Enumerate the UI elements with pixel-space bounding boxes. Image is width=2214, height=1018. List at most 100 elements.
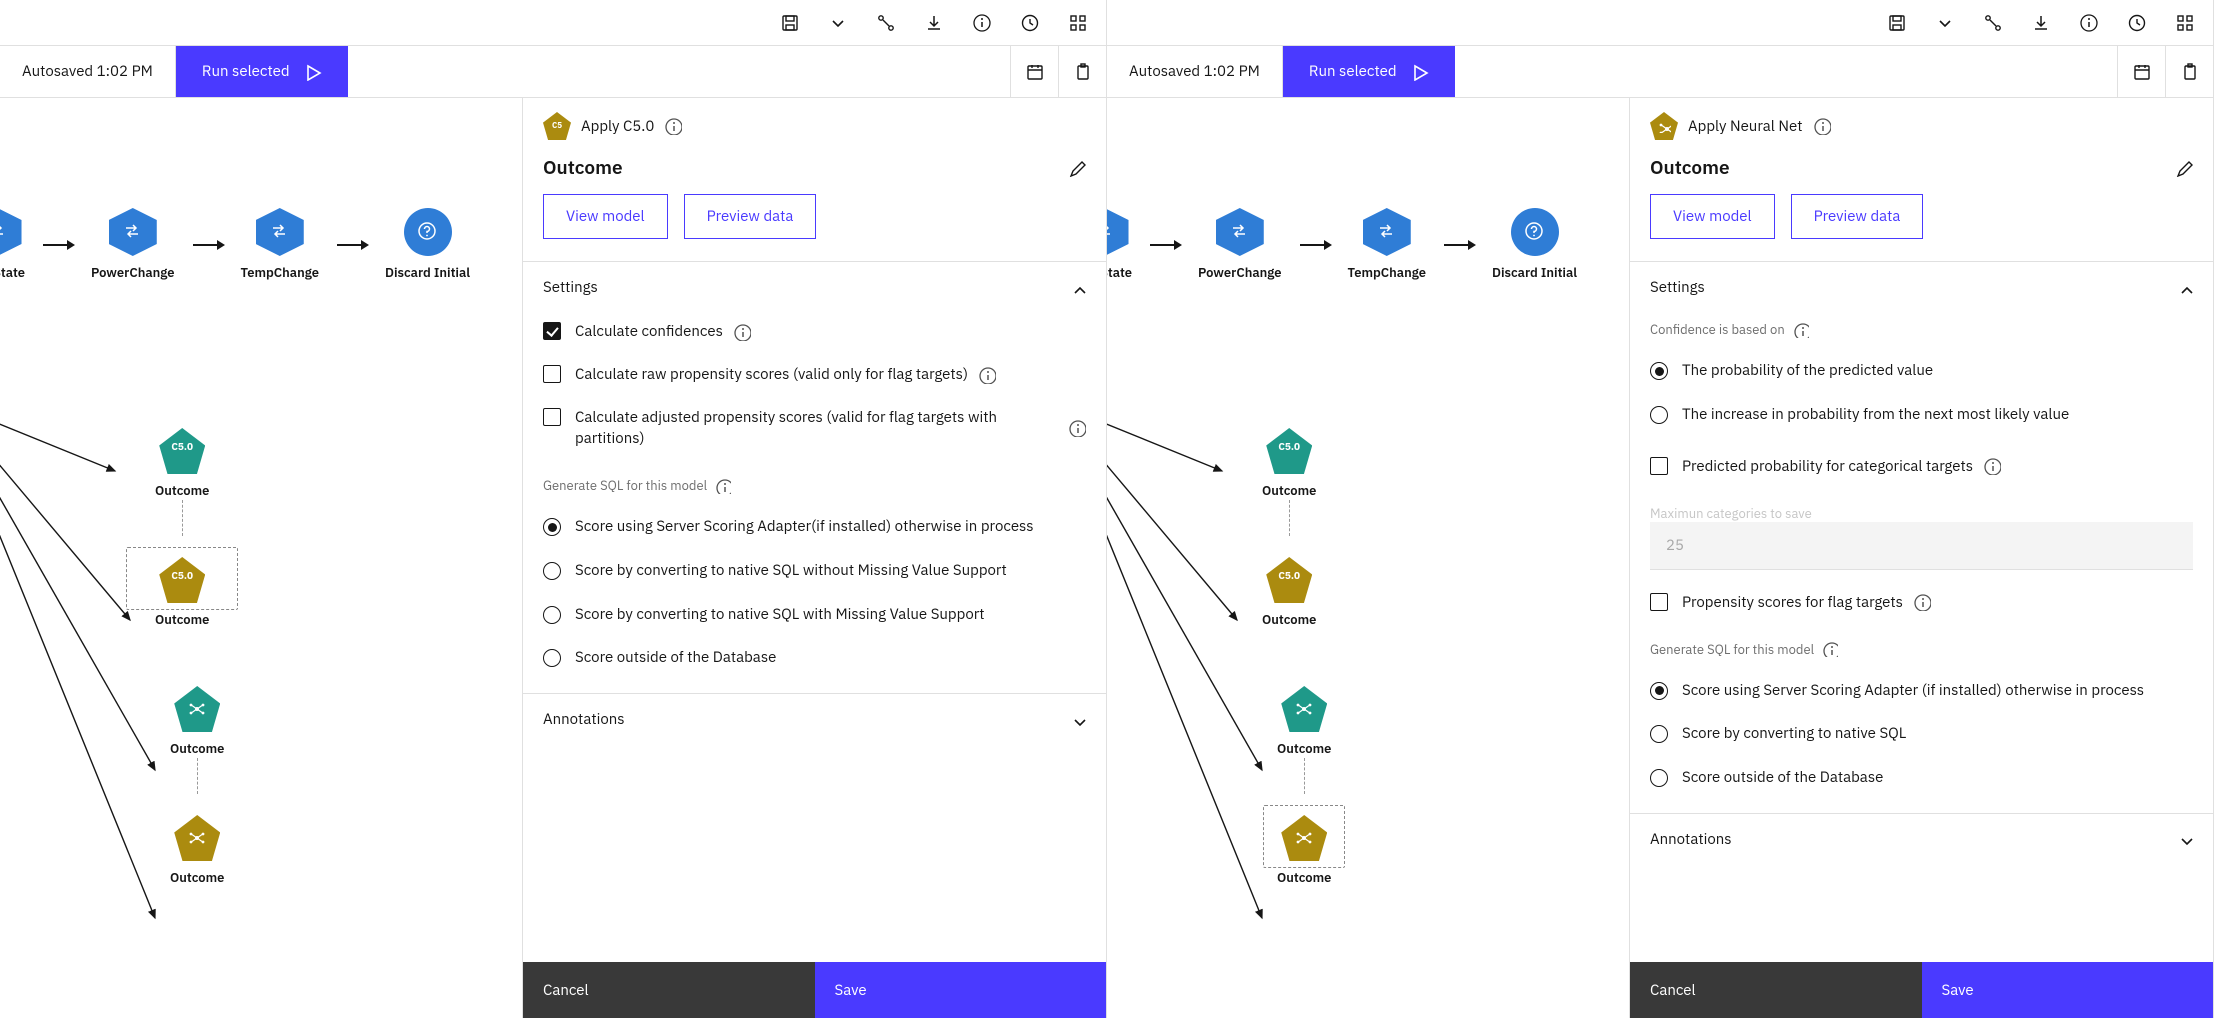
radio-scoring-adapter-label: Score using Server Scoring Adapter(if in… [575,516,1086,538]
max-categories-input [1650,522,2193,570]
radio-native-nomiss[interactable] [543,562,561,580]
info-icon[interactable] [1813,117,1831,135]
radio-scoring-adapter[interactable] [543,518,561,536]
arrow-icon [1444,244,1474,246]
run-selected-button[interactable]: Run selected [1283,46,1455,97]
annotations-label: Annotations [1650,830,1732,849]
node-c50-gold-selected[interactable]: C5.0 Outcome [140,557,224,628]
save-button[interactable]: Save [815,962,1107,1018]
download-icon[interactable] [924,13,944,33]
clipboard-icon[interactable] [2165,46,2213,97]
flow-icon[interactable] [1983,13,2003,33]
info-icon[interactable] [715,478,731,494]
preview-data-button[interactable]: Preview data [684,194,817,239]
clipboard-icon[interactable] [1058,46,1106,97]
generate-sql-label: Generate SQL for this model [543,477,707,494]
outcome-column: C5.0 Outcome C5.0 Outcome Outcome Outcom… [90,428,224,886]
node-powerstate[interactable]: werState [1107,208,1132,281]
radio-outside-db[interactable] [1650,769,1668,787]
node-discard-initial[interactable]: Discard Initial [1492,208,1577,281]
edit-icon[interactable] [1068,159,1086,177]
node-powerchange[interactable]: PowerChange [1198,208,1281,281]
view-model-button[interactable]: View model [543,194,668,239]
outcome-title: Outcome [1650,156,1730,180]
radio-native-miss[interactable] [543,606,561,624]
right-panel: Autosaved 1:02 PM Run selected werState … [1107,0,2214,1018]
max-categories-label: Maximun categories to save [1650,505,2193,522]
run-selected-label: Run selected [1309,62,1397,81]
panel-footer: Cancel Save [523,962,1106,1018]
node-neural-gold[interactable]: Outcome [170,815,224,886]
radio-scoring-adapter[interactable] [1650,682,1668,700]
settings-section: Settings Confidence is based on The prob… [1630,261,2213,813]
annotations-section: Annotations [523,693,1106,745]
checkbox-confidences[interactable] [543,322,561,340]
save-icon[interactable] [780,13,800,33]
properties-panel: C5 Apply C5.0 Outcome View model Preview… [522,98,1106,1018]
left-panel: Autosaved 1:02 PM Run selected werState … [0,0,1107,1018]
chevron-down-icon[interactable] [828,13,848,33]
node-c50-gold[interactable]: C5.0 Outcome [1247,557,1331,628]
radio-native-label: Score by converting to native SQL [1682,723,2193,745]
chevron-up-icon [2177,280,2193,296]
info-icon[interactable] [1822,641,1838,657]
node-neural-teal[interactable]: Outcome [1277,686,1331,757]
info-icon[interactable] [972,13,992,33]
grid-icon[interactable] [1068,13,1088,33]
info-icon[interactable] [1913,593,1931,611]
download-icon[interactable] [2031,13,2051,33]
node-powerchange[interactable]: PowerChange [91,208,174,281]
panel-header: C5 Apply C5.0 [523,98,1106,150]
edit-icon[interactable] [2175,159,2193,177]
node-discard-initial[interactable]: Discard Initial [385,208,470,281]
annotations-toggle[interactable]: Annotations [1630,814,2213,865]
cancel-button[interactable]: Cancel [523,962,815,1018]
settings-toggle[interactable]: Settings [523,262,1106,313]
save-button[interactable]: Save [1922,962,2214,1018]
node-c50-teal[interactable]: C5.0 Outcome [1247,428,1331,499]
top-toolbar [0,0,1106,46]
flow-icon[interactable] [876,13,896,33]
checkbox-adjusted-propensity[interactable] [543,408,561,426]
node-tempchange[interactable]: TempChange [241,208,319,281]
info-icon[interactable] [733,323,751,341]
settings-toggle[interactable]: Settings [1630,262,2213,313]
view-model-button[interactable]: View model [1650,194,1775,239]
grid-icon[interactable] [2175,13,2195,33]
node-neural-gold-selected[interactable]: Outcome [1277,815,1331,886]
arrow-icon [193,244,223,246]
preview-data-button[interactable]: Preview data [1791,194,1924,239]
node-neural-teal[interactable]: Outcome [170,686,224,757]
flow-canvas[interactable]: werState PowerChange TempChange Discard … [0,98,522,1018]
schedule-icon[interactable] [2117,46,2165,97]
radio-increase-prob[interactable] [1650,406,1668,424]
radio-prob-predicted[interactable] [1650,362,1668,380]
run-selected-button[interactable]: Run selected [176,46,348,97]
checkbox-raw-propensity[interactable] [543,365,561,383]
history-icon[interactable] [2127,13,2147,33]
radio-scoring-adapter-label: Score using Server Scoring Adapter (if i… [1682,680,2193,702]
info-icon[interactable] [1983,457,2001,475]
annotations-toggle[interactable]: Annotations [523,694,1106,745]
schedule-icon[interactable] [1010,46,1058,97]
save-icon[interactable] [1887,13,1907,33]
radio-outside-db[interactable] [543,649,561,667]
info-icon[interactable] [1068,419,1086,437]
cancel-button[interactable]: Cancel [1630,962,1922,1018]
info-icon[interactable] [2079,13,2099,33]
checkbox-predicted-prob[interactable] [1650,457,1668,475]
node-c50-teal[interactable]: C5.0 Outcome [140,428,224,499]
chevron-down-icon[interactable] [1935,13,1955,33]
node-tempchange[interactable]: TempChange [1348,208,1426,281]
flow-top-row: werState PowerChange TempChange Discard … [0,208,470,281]
outcome-title: Outcome [543,156,623,180]
history-icon[interactable] [1020,13,1040,33]
flow-canvas[interactable]: werState PowerChange TempChange Discard … [1107,98,1629,1018]
info-icon[interactable] [1793,322,1809,338]
radio-native-sql[interactable] [1650,725,1668,743]
checkbox-propensity-flag[interactable] [1650,593,1668,611]
info-icon[interactable] [978,366,996,384]
play-icon [1411,63,1429,81]
info-icon[interactable] [664,117,682,135]
node-powerstate[interactable]: werState [0,208,25,281]
